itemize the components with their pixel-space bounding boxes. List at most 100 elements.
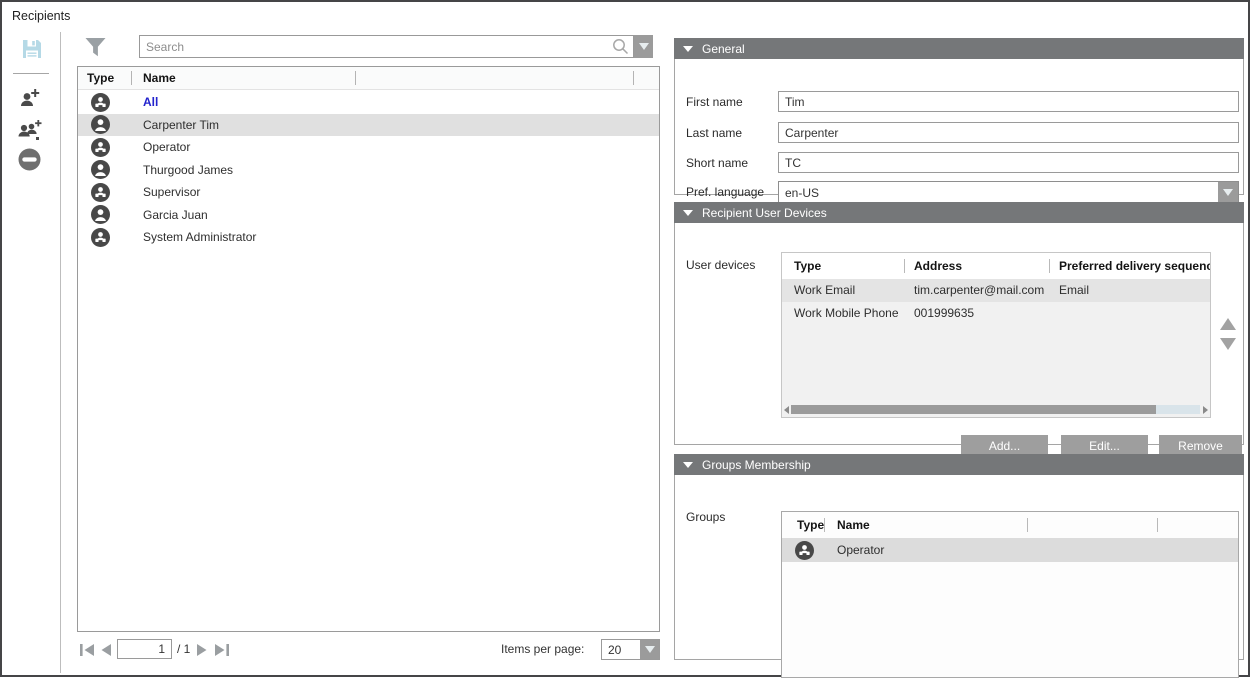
group-icon: [91, 93, 110, 112]
devices-table-header: Type Address Preferred delivery sequence: [782, 253, 1210, 279]
column-header-name: Name: [143, 71, 176, 85]
first-name-input[interactable]: [778, 91, 1239, 112]
user-devices-table: Type Address Preferred delivery sequence…: [781, 252, 1211, 418]
delete-recipient-button[interactable]: [18, 148, 41, 176]
people-plus-icon: [16, 129, 43, 146]
person-plus-icon: [18, 96, 42, 113]
panel-divider: [60, 32, 61, 673]
last-name-label: Last name: [686, 126, 742, 140]
recipients-window: Recipients: [0, 0, 1250, 677]
section-general-body: First name Last name Short name Pref. la…: [674, 59, 1244, 195]
scroll-right-arrow[interactable]: [1203, 406, 1208, 414]
list-item-label: All: [143, 95, 158, 109]
section-devices-header[interactable]: Recipient User Devices: [674, 202, 1244, 223]
save-button[interactable]: [21, 38, 43, 65]
groups-label: Groups: [686, 510, 725, 524]
column-header-type: Type: [794, 259, 821, 273]
next-page-button[interactable]: [196, 643, 208, 662]
collapse-icon: [683, 462, 693, 468]
list-item-all[interactable]: All: [78, 91, 659, 114]
scrollbar-track[interactable]: [1156, 405, 1200, 414]
section-groups-body: Groups Type Name Operator: [674, 475, 1244, 660]
list-item-label: Carpenter Tim: [143, 118, 219, 132]
column-header-preferred-delivery-sequence: Preferred delivery sequence: [1059, 259, 1210, 273]
column-separator: [1027, 518, 1028, 532]
section-general: General First name Last name Short name …: [674, 38, 1244, 195]
list-item-label: Operator: [143, 140, 190, 154]
filter-button[interactable]: [83, 35, 108, 64]
list-item-operator[interactable]: Operator: [78, 136, 659, 159]
group-icon: [91, 138, 110, 157]
column-separator: [131, 71, 132, 85]
list-rows: All Carpenter Tim Operator Thurgood Jame…: [78, 91, 659, 249]
section-recipient-user-devices: Recipient User Devices User devices Type…: [674, 202, 1244, 445]
dropdown-icon: [645, 646, 655, 653]
page-count-label: / 1: [177, 642, 190, 656]
items-per-page-select[interactable]: 20: [601, 639, 660, 660]
dropdown-icon: [1223, 189, 1233, 196]
device-address: tim.carpenter@mail.com: [914, 283, 1044, 297]
group-icon: [795, 541, 814, 560]
first-name-label: First name: [686, 95, 743, 109]
section-devices-body: User devices Type Address Preferred deli…: [674, 223, 1244, 445]
section-title: Groups Membership: [702, 458, 811, 472]
pref-language-label: Pref. language: [686, 185, 764, 199]
column-separator: [355, 71, 356, 85]
group-icon: [91, 228, 110, 247]
list-item-system-administrator[interactable]: System Administrator: [78, 226, 659, 249]
column-separator: [1157, 518, 1158, 532]
column-separator: [633, 71, 634, 85]
items-per-page-dropdown-button[interactable]: [640, 640, 659, 659]
list-item-label: Supervisor: [143, 185, 200, 199]
device-type: Work Mobile Phone: [794, 306, 899, 320]
previous-page-button[interactable]: [100, 643, 112, 662]
device-address: 001999635: [914, 306, 974, 320]
section-title: General: [702, 42, 745, 56]
pref-language-dropdown-button[interactable]: [1218, 182, 1238, 203]
search-bar: [139, 35, 653, 58]
groups-table-header: Type Name: [782, 512, 1238, 538]
items-per-page-value: 20: [608, 643, 621, 657]
group-row-operator[interactable]: Operator: [782, 538, 1238, 562]
last-name-input[interactable]: [778, 122, 1239, 143]
first-page-button[interactable]: [79, 643, 96, 662]
column-header-type: Type: [797, 518, 824, 532]
group-name: Operator: [837, 543, 884, 557]
section-groups-membership: Groups Membership Groups Type Name Opera…: [674, 454, 1244, 660]
minus-circle-icon: [18, 158, 41, 175]
group-icon: [91, 183, 110, 202]
scroll-left-arrow[interactable]: [784, 406, 789, 414]
page-number-input[interactable]: [117, 639, 172, 659]
user-icon: [91, 115, 110, 134]
add-recipient-button[interactable]: [18, 85, 42, 114]
collapse-icon: [683, 210, 693, 216]
section-general-header[interactable]: General: [674, 38, 1244, 59]
search-input[interactable]: [139, 35, 634, 58]
horizontal-scrollbar: [784, 404, 1208, 416]
list-item-carpenter-tim[interactable]: Carpenter Tim: [78, 114, 659, 137]
list-item-thurgood-james[interactable]: Thurgood James: [78, 159, 659, 182]
section-groups-header[interactable]: Groups Membership: [674, 454, 1244, 475]
device-row-work-mobile-phone[interactable]: Work Mobile Phone 001999635: [782, 302, 1210, 325]
move-down-button[interactable]: [1220, 338, 1236, 350]
move-up-button[interactable]: [1220, 318, 1236, 330]
scrollbar-thumb[interactable]: [791, 405, 1156, 414]
pref-language-select[interactable]: en-US: [778, 181, 1239, 204]
short-name-label: Short name: [686, 156, 748, 170]
save-icon: [21, 47, 43, 64]
short-name-input[interactable]: [778, 152, 1239, 173]
search-dropdown-button[interactable]: [634, 35, 653, 58]
device-row-work-email[interactable]: Work Email tim.carpenter@mail.com Email: [782, 279, 1210, 302]
column-header-address: Address: [914, 259, 962, 273]
last-page-button[interactable]: [213, 643, 230, 662]
list-item-label: System Administrator: [143, 230, 256, 244]
items-per-page-label: Items per page:: [501, 642, 584, 656]
add-group-button[interactable]: [16, 117, 43, 147]
recipient-list: Type Name All Carpenter Tim: [77, 66, 660, 632]
funnel-icon: [83, 46, 108, 63]
user-devices-label: User devices: [686, 258, 755, 272]
list-item-supervisor[interactable]: Supervisor: [78, 181, 659, 204]
section-title: Recipient User Devices: [702, 206, 827, 220]
list-item-garcia-juan[interactable]: Garcia Juan: [78, 204, 659, 227]
column-header-type: Type: [87, 71, 114, 85]
